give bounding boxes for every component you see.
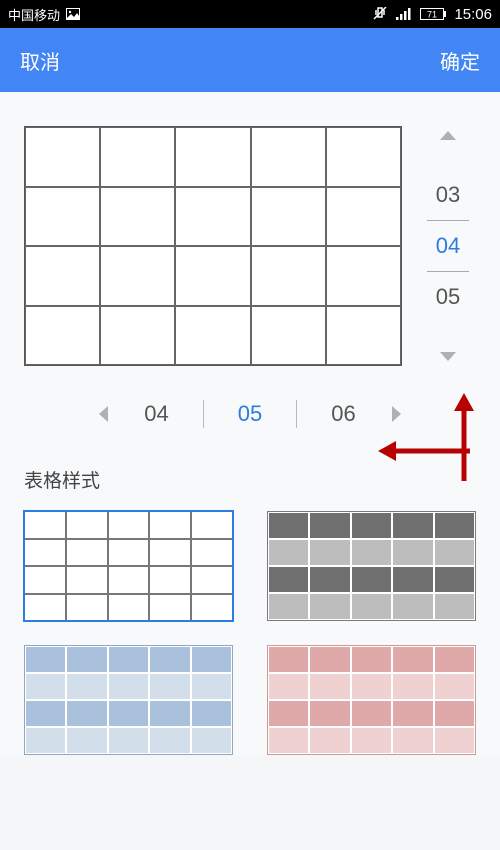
col-prev-value[interactable]: 04 bbox=[128, 401, 184, 427]
style-section-title: 表格样式 bbox=[24, 466, 476, 493]
status-bar: 中国移动 71 15:06 bbox=[0, 0, 500, 28]
signal-icon bbox=[396, 8, 412, 20]
row-down-arrow-icon[interactable] bbox=[438, 350, 458, 364]
style-gray-stripes[interactable] bbox=[267, 511, 476, 621]
clock-label: 15:06 bbox=[454, 6, 492, 23]
picture-icon bbox=[66, 8, 80, 20]
battery-icon: 71 bbox=[420, 8, 446, 20]
row-up-arrow-icon[interactable] bbox=[438, 128, 458, 142]
col-right-arrow-icon[interactable] bbox=[390, 404, 404, 424]
header-bar: 取消 确定 bbox=[0, 28, 500, 92]
cancel-button[interactable]: 取消 bbox=[20, 46, 60, 75]
vibrate-icon bbox=[372, 7, 388, 21]
style-plain-white[interactable] bbox=[24, 511, 233, 621]
svg-text:71: 71 bbox=[427, 10, 437, 20]
table-preview bbox=[24, 126, 402, 366]
confirm-button[interactable]: 确定 bbox=[440, 46, 480, 75]
col-next-value[interactable]: 06 bbox=[315, 401, 371, 427]
style-red-stripes[interactable] bbox=[267, 645, 476, 755]
col-current-value[interactable]: 05 bbox=[222, 401, 278, 427]
row-current-value[interactable]: 04 bbox=[436, 229, 460, 263]
row-prev-value[interactable]: 03 bbox=[436, 178, 460, 212]
style-thumbnails bbox=[24, 511, 476, 755]
content-area: 03 04 05 04 05 06 表格样式 bbox=[0, 92, 500, 755]
column-count-picker: 04 05 06 bbox=[24, 400, 476, 428]
row-next-value[interactable]: 05 bbox=[436, 280, 460, 314]
carrier-label: 中国移动 bbox=[8, 5, 60, 24]
col-left-arrow-icon[interactable] bbox=[96, 404, 110, 424]
row-count-picker: 03 04 05 bbox=[420, 126, 476, 366]
style-blue-stripes[interactable] bbox=[24, 645, 233, 755]
